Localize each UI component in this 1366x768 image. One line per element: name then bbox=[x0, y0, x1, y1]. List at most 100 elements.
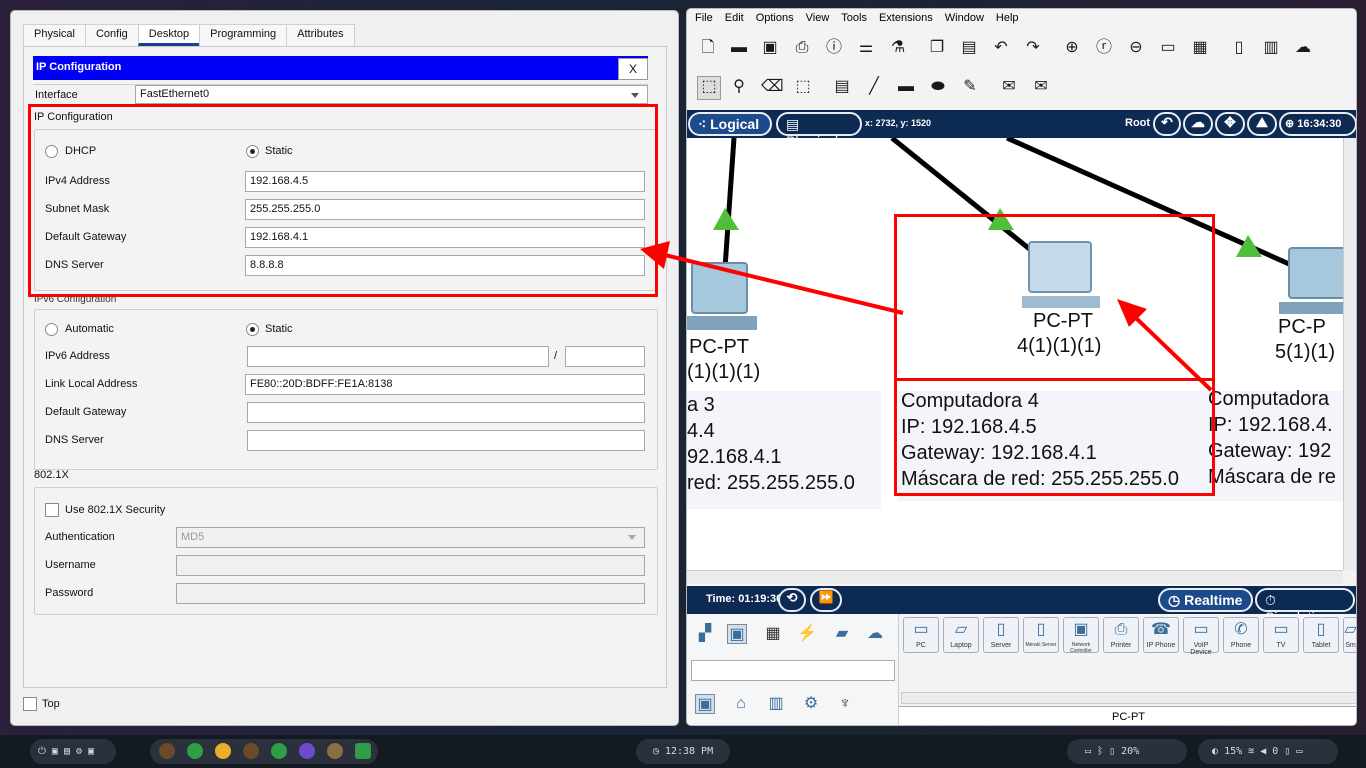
device-voip[interactable]: ▭ VoIP Device bbox=[1183, 617, 1219, 656]
pc-category-icon[interactable]: ▣ bbox=[695, 694, 715, 714]
print-icon[interactable]: ⎙ bbox=[792, 38, 812, 58]
fast-forward-icon[interactable]: ⏩ bbox=[810, 588, 842, 612]
zoom-out-icon[interactable]: ⊖ bbox=[1126, 38, 1146, 58]
menu-file[interactable]: File bbox=[695, 12, 713, 24]
drawing-palette-icon[interactable]: ▭ bbox=[1158, 38, 1178, 58]
app-icon[interactable] bbox=[299, 743, 316, 759]
horizontal-scrollbar[interactable] bbox=[687, 570, 1343, 584]
tower-icon[interactable]: ♆ bbox=[835, 694, 855, 714]
freeform-icon[interactable]: ✎ bbox=[960, 77, 980, 97]
tab-attributes[interactable]: Attributes bbox=[286, 24, 355, 46]
multiuser-cloud-icon[interactable]: ☁ bbox=[865, 624, 885, 644]
chrome-icon[interactable] bbox=[187, 743, 204, 759]
line-icon[interactable]: ╱ bbox=[864, 77, 884, 97]
vertical-scrollbar[interactable] bbox=[1343, 138, 1356, 570]
device-phone[interactable]: ✆ Phone bbox=[1223, 617, 1259, 653]
new-file-icon[interactable]: 🗋 bbox=[698, 38, 718, 58]
username-field[interactable] bbox=[176, 555, 645, 576]
inspect-icon[interactable]: ⚲ bbox=[729, 77, 749, 97]
open-folder-icon[interactable]: ▬ bbox=[729, 38, 749, 58]
tab-programming[interactable]: Programming bbox=[199, 24, 288, 46]
chrome-icon[interactable] bbox=[271, 743, 288, 759]
device-printer[interactable]: ⎙ Printer bbox=[1103, 617, 1139, 653]
brave-icon[interactable] bbox=[243, 743, 260, 759]
device-server[interactable]: ▯ Server bbox=[983, 617, 1019, 653]
background-image-icon[interactable]: ⛰ bbox=[1247, 112, 1277, 136]
tab-desktop[interactable]: Desktop bbox=[137, 24, 201, 46]
packet-tracer-icon[interactable] bbox=[327, 743, 344, 759]
device-template-icon[interactable]: ▥ bbox=[1261, 38, 1281, 58]
menu-extensions[interactable]: Extensions bbox=[879, 12, 933, 24]
network-devices-icon[interactable]: ▞ bbox=[695, 624, 715, 644]
device-pc[interactable]: ▭ PC bbox=[903, 617, 939, 653]
device-meraki[interactable]: ▯ Meraki Server bbox=[1023, 617, 1059, 653]
ellipse-icon[interactable]: ⬬ bbox=[928, 77, 948, 97]
rectangle-icon[interactable]: ▬ bbox=[896, 77, 916, 97]
cloud-icon[interactable]: ☁ bbox=[1293, 38, 1313, 58]
industrial-icon[interactable]: ⚙ bbox=[801, 694, 821, 714]
copy-icon[interactable]: ❐ bbox=[927, 38, 947, 58]
system-controls-pill[interactable]: ⏻ ▣ ▤ ⚙ ▣ bbox=[30, 739, 116, 764]
select-icon[interactable]: ⬚ bbox=[697, 76, 721, 100]
device-laptop[interactable]: ▱ Laptop bbox=[943, 617, 979, 653]
tab-config[interactable]: Config bbox=[84, 24, 139, 46]
simulation-button[interactable]: ⏱ Simulation bbox=[1255, 588, 1355, 625]
device-scrollbar[interactable] bbox=[901, 692, 1356, 704]
ipv6-prefix-field[interactable] bbox=[565, 346, 645, 367]
top-checkbox[interactable] bbox=[23, 697, 37, 711]
building-icon[interactable]: ▥ bbox=[766, 694, 786, 714]
power-cycle-icon[interactable]: ⟲ bbox=[778, 588, 806, 612]
ipv6-gateway-field[interactable] bbox=[247, 402, 645, 423]
device-controller[interactable]: ▣ Network Controller bbox=[1063, 617, 1099, 654]
password-field[interactable] bbox=[176, 583, 645, 604]
paste-icon[interactable]: ▤ bbox=[959, 38, 979, 58]
menu-tools[interactable]: Tools bbox=[841, 12, 867, 24]
ipv6-auto-radio[interactable] bbox=[45, 323, 58, 336]
tray-pill[interactable]: ◐ 15% ≋ ◀ 0 ▯ ▭ bbox=[1198, 739, 1338, 764]
ipv6-address-field[interactable] bbox=[247, 346, 549, 367]
chrome-icon[interactable] bbox=[215, 743, 232, 759]
misc-folder-icon[interactable]: ▰ bbox=[832, 624, 852, 644]
menu-edit[interactable]: Edit bbox=[725, 12, 744, 24]
delete-icon[interactable]: ⌫ bbox=[761, 77, 784, 97]
app-icon[interactable] bbox=[355, 743, 372, 759]
connections-icon[interactable]: ⚡ bbox=[797, 624, 817, 644]
zoom-in-icon[interactable]: ⊕ bbox=[1062, 38, 1082, 58]
device-tablet[interactable]: ▯ Tablet bbox=[1303, 617, 1339, 653]
close-button[interactable]: X bbox=[618, 58, 648, 80]
device-tv[interactable]: ▭ TV bbox=[1263, 617, 1299, 653]
redo-icon[interactable]: ↷ bbox=[1023, 38, 1043, 58]
menu-options[interactable]: Options bbox=[756, 12, 794, 24]
activity-wizard-icon[interactable]: ⚗ bbox=[888, 38, 908, 58]
move-object-icon[interactable]: ✥ bbox=[1215, 112, 1245, 136]
brave-icon[interactable] bbox=[159, 743, 175, 759]
clock-pill[interactable]: ◷ 12:38 PM bbox=[636, 739, 730, 764]
status-pill[interactable]: ▭ ᛒ ▯ 20% bbox=[1067, 739, 1187, 764]
back-icon[interactable]: ↶ bbox=[1153, 112, 1181, 136]
link-local-field[interactable]: FE80::20D:BDFF:FE1A:8138 bbox=[245, 374, 645, 395]
note-icon[interactable]: ▤ bbox=[832, 77, 852, 97]
components-icon[interactable]: ▦ bbox=[763, 624, 783, 644]
network-info-icon[interactable]: ⚌ bbox=[856, 38, 876, 58]
end-devices-icon[interactable]: ▣ bbox=[727, 624, 747, 644]
device-search-field[interactable] bbox=[691, 660, 895, 681]
undo-icon[interactable]: ↶ bbox=[991, 38, 1011, 58]
zoom-reset-icon[interactable]: ⓡ bbox=[1094, 38, 1114, 58]
complex-pdu-icon[interactable]: ✉ bbox=[1031, 77, 1051, 97]
save-icon[interactable]: ▣ bbox=[760, 38, 780, 58]
realtime-button[interactable]: ◷ Realtime bbox=[1158, 588, 1253, 612]
authentication-select[interactable]: MD5 bbox=[176, 527, 645, 548]
custom-device-icon[interactable]: ▦ bbox=[1190, 38, 1210, 58]
ipv6-dns-field[interactable] bbox=[247, 430, 645, 451]
menu-help[interactable]: Help bbox=[996, 12, 1019, 24]
use-8021x-checkbox[interactable] bbox=[45, 503, 59, 517]
resize-icon[interactable]: ⬚ bbox=[793, 77, 813, 97]
device-ip-phone[interactable]: ☎ IP Phone bbox=[1143, 617, 1179, 653]
simple-pdu-icon[interactable]: ✉ bbox=[999, 77, 1019, 97]
menu-window[interactable]: Window bbox=[945, 12, 984, 24]
home-icon[interactable]: ⌂ bbox=[731, 694, 751, 714]
device-smart[interactable]: ▱ Sm bbox=[1343, 617, 1356, 653]
info-icon[interactable]: ⓘ bbox=[824, 38, 844, 58]
physical-tab[interactable]: ▤ Physical bbox=[776, 112, 862, 149]
pdu-list-icon[interactable]: ▯ bbox=[1229, 38, 1249, 58]
